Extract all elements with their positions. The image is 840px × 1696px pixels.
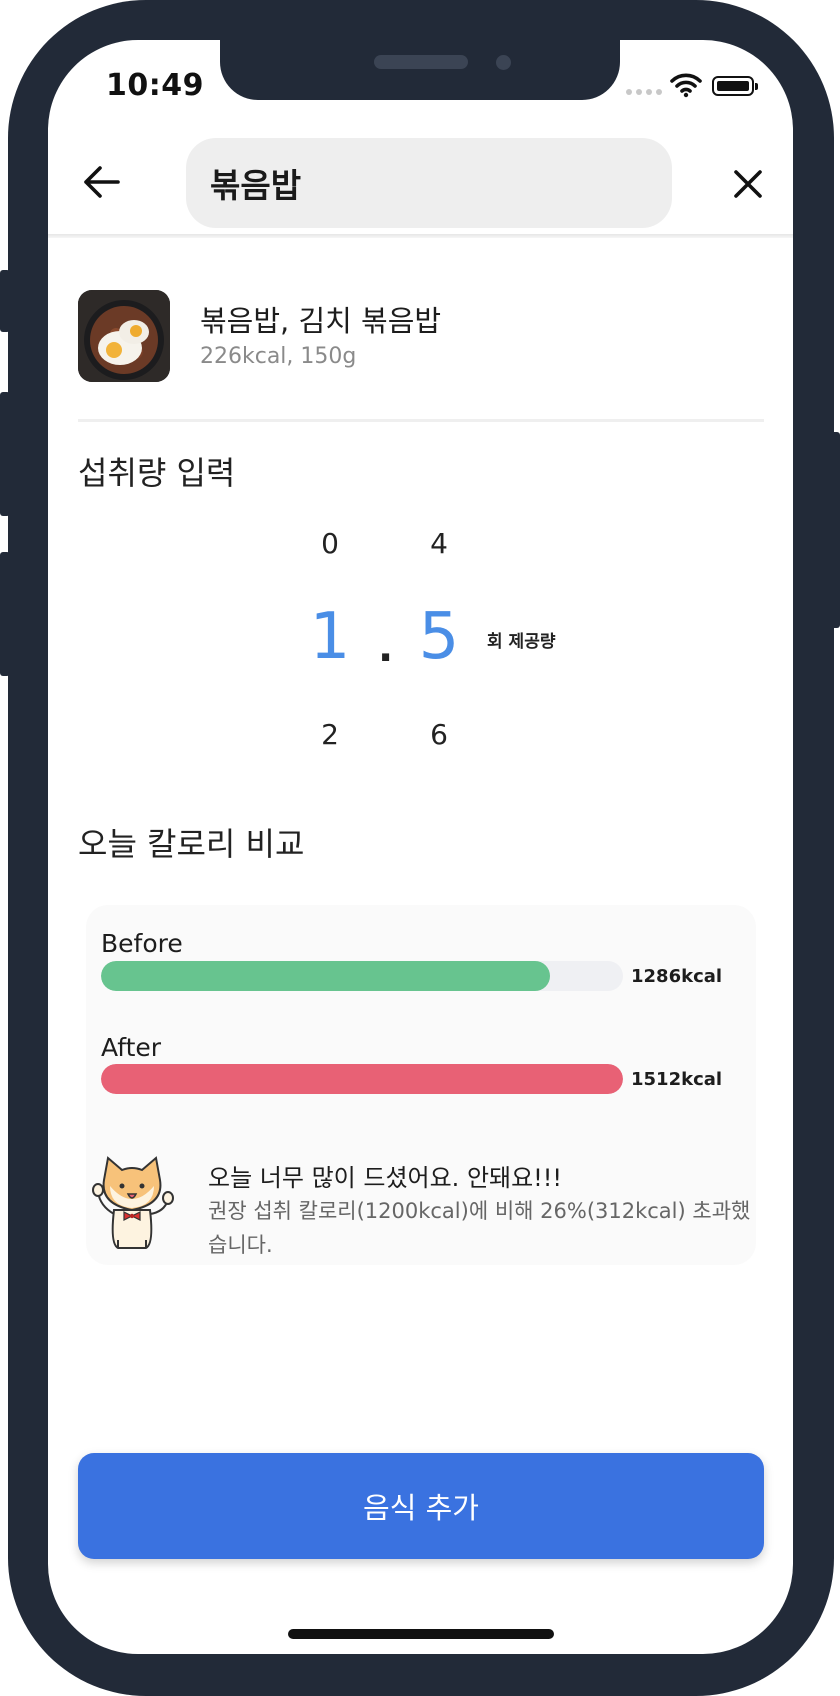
search-input-value[interactable]: 볶음밥 [210, 159, 301, 207]
arrow-left-icon [84, 166, 120, 198]
device-side-button [0, 552, 10, 676]
after-calories: 1512kcal [631, 1069, 723, 1090]
picker-integer-selected[interactable]: 1 [290, 600, 370, 674]
before-label: Before [101, 929, 183, 958]
cat-mascot-icon [88, 1152, 174, 1256]
after-bar-track [101, 1064, 623, 1094]
before-calories: 1286kcal [631, 966, 723, 987]
picker-decimal-selected[interactable]: 5 [399, 600, 479, 674]
comparison-message-title: 오늘 너무 많이 드셨어요. 안돼요!!! [208, 1164, 563, 1192]
section-divider [78, 419, 764, 422]
intake-section-title: 섭취량 입력 [78, 454, 236, 492]
device-side-button [830, 432, 840, 628]
header-divider [48, 234, 793, 238]
picker-integer-above[interactable]: 0 [300, 527, 360, 560]
close-icon [734, 170, 762, 198]
after-label: After [101, 1033, 162, 1062]
picker-decimal-point: . [378, 625, 394, 671]
comparison-section-title: 오늘 칼로리 비교 [78, 825, 305, 863]
device-side-button [0, 392, 10, 516]
food-calories-weight: 226kcal, 150g [200, 344, 357, 369]
home-indicator[interactable] [288, 1629, 554, 1639]
before-bar-track [101, 961, 623, 991]
clear-search-button[interactable] [728, 164, 768, 204]
add-food-button[interactable]: 음식 추가 [78, 1453, 764, 1559]
comparison-message-body: 권장 섭취 칼로리(1200kcal)에 비해 26%(312kcal) 초과했… [208, 1199, 751, 1257]
device-notch [220, 40, 620, 100]
before-bar-fill [101, 961, 550, 991]
status-time: 10:49 [106, 68, 204, 103]
picker-integer-below[interactable]: 2 [300, 718, 360, 751]
food-name: 볶음밥, 김치 볶음밥 [200, 304, 442, 338]
front-camera [496, 55, 511, 70]
wifi-icon [670, 72, 702, 102]
back-button[interactable] [80, 160, 124, 204]
food-thumbnail [78, 290, 170, 382]
device-side-button [0, 270, 10, 332]
picker-decimal-above[interactable]: 4 [409, 527, 469, 560]
battery-icon [712, 76, 758, 96]
after-bar-fill [101, 1064, 623, 1094]
picker-decimal-below[interactable]: 6 [409, 718, 469, 751]
speaker-grill [374, 55, 468, 69]
cellular-signal-icon [626, 89, 662, 95]
add-food-button-label: 음식 추가 [363, 1491, 479, 1525]
serving-unit-label: 회 제공량 [487, 632, 556, 652]
